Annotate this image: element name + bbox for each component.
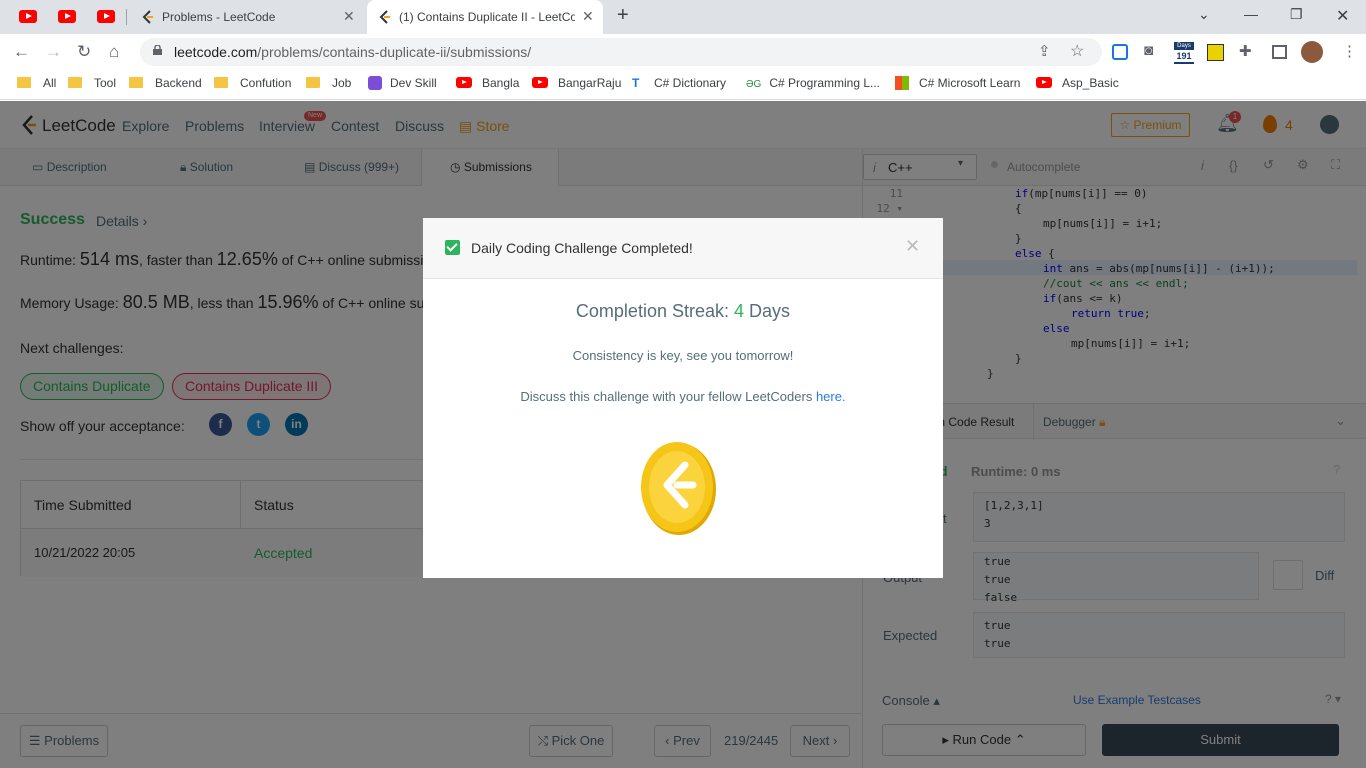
tab-separator (126, 9, 127, 25)
ext-badge: 191 (1174, 50, 1194, 62)
bookmark-label: All (43, 76, 57, 90)
restore-icon[interactable]: ❐ (1290, 6, 1303, 23)
youtube-icon (532, 77, 548, 88)
bookmark-confution[interactable]: Confution (214, 76, 291, 90)
bookmark-label: Asp_Basic (1062, 76, 1119, 90)
notes-ext-icon[interactable] (1207, 44, 1224, 61)
discuss-here-link[interactable]: here. (816, 389, 846, 404)
leetcode-favicon-icon (142, 10, 153, 24)
leetcode-favicon-icon (379, 10, 390, 24)
bookmark-job[interactable]: Job (306, 76, 351, 90)
gold-coin-icon (641, 442, 716, 535)
bookmark-tool[interactable]: Tool (68, 76, 116, 90)
url-path: /problems/contains-duplicate-ii/submissi… (257, 44, 532, 60)
youtube-icon (58, 10, 76, 23)
bookmark-bangla[interactable]: Bangla (456, 76, 519, 90)
browser-menu-icon[interactable]: ⋮ (1342, 42, 1357, 60)
address-bar[interactable]: leetcode.com/problems/contains-duplicate… (140, 38, 1102, 66)
tab-title: (1) Contains Duplicate II - LeetCo (399, 10, 575, 24)
ext-days-text: Days (1177, 43, 1191, 49)
streak-unit: Days (749, 301, 791, 321)
modal-title: Daily Coding Challenge Completed! (471, 240, 693, 256)
browser-toolbar: ← → ↻ ⌂ leetcode.com/problems/contains-d… (0, 34, 1366, 70)
profile-avatar[interactable] (1301, 41, 1323, 63)
back-icon[interactable]: ← (13, 42, 30, 62)
bookmark-backend[interactable]: Backend (129, 76, 202, 90)
bookmark-microsoft-learn[interactable]: C# Microsoft Learn (895, 76, 1020, 90)
bookmark-label: Confution (240, 76, 292, 90)
new-tab-icon[interactable]: + (617, 4, 629, 27)
extensions-puzzle-icon[interactable]: ✚ (1239, 42, 1252, 60)
browser-tab-problems[interactable]: Problems - LeetCode ✕ (130, 0, 364, 34)
minimize-icon[interactable]: — (1244, 6, 1258, 22)
tutorialsteacher-icon: T (632, 76, 640, 90)
url-host: leetcode.com (174, 44, 258, 60)
modal-header: Daily Coding Challenge Completed! ✕ (423, 218, 943, 279)
bookmark-csharp-programming[interactable]: ƏG C# Programming L... (746, 76, 880, 90)
folder-icon (129, 77, 143, 88)
bookmark-bangarraju[interactable]: BangarRaju (532, 76, 621, 90)
side-panel-icon[interactable] (1272, 45, 1287, 59)
reload-icon[interactable]: ↻ (77, 42, 91, 62)
bookmark-all[interactable]: All (17, 76, 56, 90)
streak-label: Completion Streak: (575, 301, 729, 321)
pinned-tab-youtube-1[interactable] (19, 8, 37, 26)
pinned-tab-youtube-2[interactable] (58, 8, 76, 26)
consistency-message: Consistency is key, see you tomorrow! (572, 348, 794, 363)
bookmark-label: BangarRaju (558, 76, 622, 90)
youtube-icon (1036, 77, 1052, 88)
window-close-icon[interactable]: ✕ (1336, 6, 1349, 26)
completion-streak: Completion Streak: 4 Days (423, 301, 943, 322)
bookmark-label: C# Dictionary (654, 76, 727, 90)
streak-value: 4 (734, 301, 745, 321)
checkbox-checked-icon (445, 240, 460, 255)
tab-title: Problems - LeetCode (162, 10, 276, 24)
bookmark-csharp-dictionary[interactable]: T C# Dictionary (632, 76, 726, 90)
close-tab-icon[interactable]: ✕ (343, 8, 355, 25)
bookmark-label: C# Programming L... (769, 76, 881, 90)
bookmark-label: Job (332, 76, 352, 90)
youtube-icon (19, 10, 37, 23)
bookmarks-bar: All Tool Backend Confution Job Dev Skill… (0, 70, 1366, 100)
modal-close-icon[interactable]: ✕ (905, 236, 920, 257)
home-icon[interactable]: ⌂ (109, 42, 119, 62)
pinned-tab-youtube-3[interactable] (97, 8, 115, 26)
bookmark-label: Tool (94, 76, 117, 90)
close-tab-icon[interactable]: ✕ (582, 8, 594, 25)
folder-icon (214, 77, 228, 88)
bookmark-label: Backend (155, 76, 202, 90)
bookmark-label: Dev Skill (390, 76, 437, 90)
browser-tab-strip: Problems - LeetCode ✕ (1) Contains Dupli… (0, 0, 1366, 34)
folder-icon (68, 77, 82, 88)
devskill-icon (368, 76, 382, 90)
lock-icon (153, 45, 162, 55)
youtube-icon (456, 77, 472, 88)
screen-capture-ext-icon[interactable] (1112, 44, 1128, 60)
discuss-text: Discuss this challenge with your fellow … (520, 389, 813, 404)
microsoft-icon (895, 76, 909, 90)
share-icon[interactable]: ⇪ (1038, 42, 1051, 60)
url-text: leetcode.com/problems/contains-duplicate… (174, 44, 531, 60)
days-counter-ext-icon[interactable]: Days 191 (1174, 42, 1194, 64)
bookmark-dev-skill[interactable]: Dev Skill (368, 76, 437, 90)
discuss-line: Discuss this challenge with your fellow … (423, 389, 943, 404)
tab-search-icon[interactable]: ⌄ (1198, 6, 1210, 23)
geeks-icon: ƏG (746, 79, 762, 90)
bookmark-star-icon[interactable]: ☆ (1070, 41, 1084, 61)
forward-icon[interactable]: → (45, 42, 62, 62)
bookmark-label: C# Microsoft Learn (919, 76, 1021, 90)
youtube-icon (97, 10, 115, 23)
folder-icon (17, 77, 31, 88)
browser-tab-active[interactable]: (1) Contains Duplicate II - LeetCo ✕ (367, 0, 603, 34)
daily-challenge-modal: Daily Coding Challenge Completed! ✕ Comp… (423, 218, 943, 578)
bookmark-label: Bangla (482, 76, 520, 90)
folder-icon (306, 77, 320, 88)
bookmark-asp-basic[interactable]: Asp_Basic (1036, 76, 1119, 90)
camera-ext-icon[interactable]: ◙ (1144, 42, 1153, 59)
